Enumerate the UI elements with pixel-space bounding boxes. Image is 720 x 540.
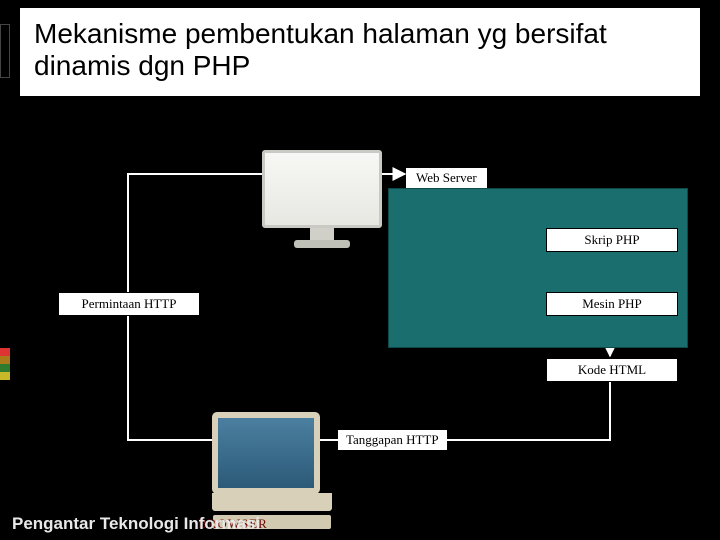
title-card: Mekanisme pembentukan halaman yg bersifa… <box>20 8 700 96</box>
tanggapan-http-label: Tanggapan HTTP <box>338 430 447 450</box>
permintaan-http-box: Permintaan HTTP <box>58 292 200 316</box>
skrip-php-box: Skrip PHP <box>546 228 678 252</box>
server-computer-icon <box>262 150 382 248</box>
web-server-label: Web Server <box>406 168 487 188</box>
accent-bar <box>0 24 10 78</box>
client-computer-icon <box>212 412 332 529</box>
page-title: Mekanisme pembentukan halaman yg bersifa… <box>34 18 686 82</box>
mesin-php-box: Mesin PHP <box>546 292 678 316</box>
kode-html-box: Kode HTML <box>546 358 678 382</box>
server-box <box>388 188 688 348</box>
diagram-stage: Web Server Skrip PHP Mesin PHP Kode HTML… <box>0 140 720 540</box>
footer-text: Pengantar Teknologi Informasi <box>12 514 260 534</box>
